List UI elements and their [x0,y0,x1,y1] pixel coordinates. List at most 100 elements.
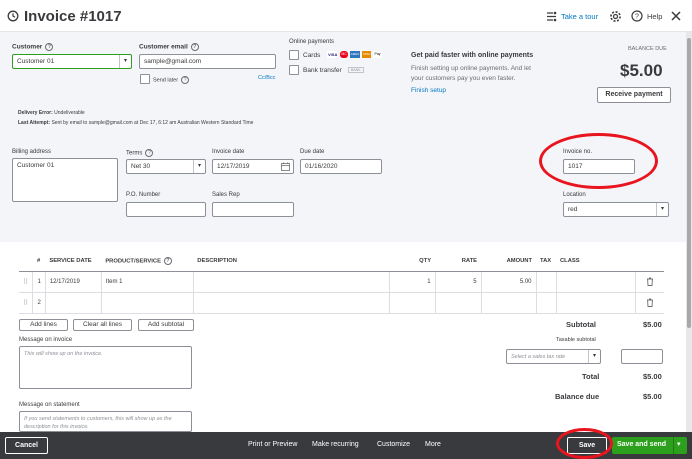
customize-button[interactable]: Customize [377,441,410,448]
send-later-label: Send later? [153,76,190,84]
terms-select[interactable]: Net 30 ▾ [126,159,206,174]
tax-amount-field[interactable] [621,349,663,364]
help-label[interactable]: Help [647,12,662,21]
bank-transfer-label: Bank transfer [303,67,342,74]
product-help-icon[interactable]: ? [163,257,172,265]
balance-due-total-label: Balance due [555,392,600,401]
calendar-icon[interactable] [281,162,290,171]
add-subtotal-button[interactable]: Add subtotal [138,319,194,331]
row-amount[interactable]: 5.00 [481,271,537,293]
terms-label: Terms? [126,149,154,157]
customer-help-icon[interactable]: ? [45,43,54,51]
finish-setup-link[interactable]: Finish setup [411,87,446,94]
col-qty: QTY [389,251,436,272]
row-tax[interactable] [536,271,557,293]
send-later-help-icon[interactable]: ? [181,76,190,84]
row-description[interactable] [193,271,390,293]
customer-select[interactable]: Customer 01 ▾ [12,54,132,69]
message-statement-field[interactable]: If you send statements to customers, thi… [19,411,192,432]
chevron-down-icon[interactable]: ▾ [588,350,600,363]
message-statement-label: Message on statement [19,402,80,408]
row-service-date[interactable]: 12/17/2019 [45,271,102,293]
due-date-label: Due date [300,149,325,155]
page-title: Invoice #1017 [24,8,122,25]
sales-rep-field[interactable] [212,202,294,217]
subtotal-label: Subtotal [566,320,596,329]
add-lines-button[interactable]: Add lines [19,319,68,331]
trash-icon[interactable] [635,292,664,314]
location-select[interactable]: red ▾ [563,202,669,217]
invoice-date-field[interactable]: 12/17/2019 [212,159,294,174]
due-date-field[interactable]: 01/16/2020 [300,159,382,174]
more-button[interactable]: More [425,441,441,448]
table-row[interactable]: ⠿ 1 12/17/2019 Item 1 1 5 5.00 [19,271,664,293]
row-product[interactable] [101,292,194,314]
message-statement-placeholder: If you send statements to customers, thi… [24,416,172,430]
receive-payment-button[interactable]: Receive payment [597,87,671,103]
clear-all-lines-button[interactable]: Clear all lines [73,319,132,331]
drag-handle-icon[interactable]: ⠿ [19,292,34,314]
message-invoice-field[interactable]: This will show up on the invoice. [19,346,192,389]
drag-handle-icon[interactable]: ⠿ [19,271,34,293]
take-tour-link[interactable]: Take a tour [561,12,598,21]
row-rate[interactable] [435,292,482,314]
email-field[interactable]: sample@gmail.com [139,54,276,69]
invoice-no-highlight [539,133,658,189]
sales-tax-select[interactable]: Select a sales tax rate ▾ [506,349,601,364]
svg-text:?: ? [635,14,639,21]
row-description[interactable] [193,292,390,314]
cc-bcc-link[interactable]: Cc/Bcc [258,75,275,81]
print-preview-button[interactable]: Print or Preview [248,441,297,448]
customer-label: Customer? [12,43,54,51]
balance-due-amount: $5.00 [620,61,663,80]
table-row[interactable]: ⠿ 2 [19,292,664,314]
billing-address-field[interactable]: Customer 01 [12,158,118,202]
chevron-down-icon[interactable]: ▾ [677,440,681,448]
row-product[interactable]: Item 1 [101,271,194,293]
make-recurring-button[interactable]: Make recurring [312,441,359,448]
tour-icon[interactable] [546,11,557,22]
balance-due-total-value: $5.00 [643,392,662,401]
row-qty[interactable]: 1 [389,271,436,293]
bank-transfer-checkbox[interactable] [289,65,299,75]
close-icon[interactable] [671,11,681,21]
row-amount[interactable] [481,292,537,314]
scrollbar[interactable] [686,32,692,432]
col-delete [635,251,664,272]
po-number-field[interactable] [126,202,206,217]
terms-help-icon[interactable]: ? [145,149,154,157]
invoice-date-value: 12/17/2019 [217,163,250,170]
row-class[interactable] [556,292,637,314]
taxable-subtotal-label: Taxable subtotal [556,337,596,343]
location-value: red [568,206,578,213]
gear-icon[interactable] [609,10,622,23]
row-tax[interactable] [536,292,557,314]
send-later-checkbox[interactable] [140,74,150,84]
chevron-down-icon[interactable]: ▾ [656,203,668,216]
message-invoice-placeholder: This will show up on the invoice. [24,351,103,357]
row-rate[interactable]: 5 [435,271,482,293]
balance-due-label: BALANCE DUE [628,46,667,52]
history-icon[interactable] [7,10,19,22]
cards-checkbox[interactable] [289,50,299,60]
save-and-send-button[interactable]: Save and send ▾ [612,437,687,454]
chevron-down-icon[interactable]: ▾ [119,55,131,68]
invoice-date-label: Invoice date [212,149,245,155]
row-class[interactable] [556,271,637,293]
row-service-date[interactable] [45,292,102,314]
col-tax: TAX [536,251,556,272]
split-divider [673,437,674,454]
location-label: Location [563,192,586,198]
po-number-label: P.O. Number [126,192,161,198]
scrollbar-thumb[interactable] [687,38,691,328]
cancel-button[interactable]: Cancel [5,437,48,454]
chevron-down-icon[interactable]: ▾ [193,160,205,173]
total-label: Total [582,372,600,381]
trash-icon[interactable] [635,271,664,293]
terms-value: Net 30 [131,163,151,170]
email-help-icon[interactable]: ? [190,43,199,51]
row-qty[interactable] [389,292,436,314]
help-icon[interactable]: ? [631,10,643,22]
amex-icon: AMEX [349,51,361,58]
top-bar: Invoice #1017 Take a tour ? Help [0,0,692,32]
